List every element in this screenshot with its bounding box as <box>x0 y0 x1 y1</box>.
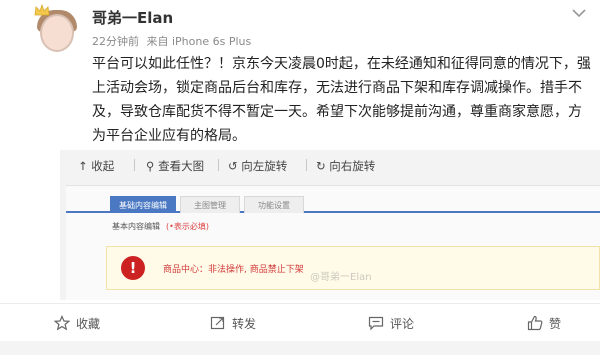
post-source[interactable]: 来自 iPhone 6s Plus <box>147 35 252 48</box>
repost-icon <box>210 316 225 330</box>
like-button[interactable]: 赞 <box>527 314 561 332</box>
image-toolbar: ↑ 收起 ⚲ 查看大图 ↺ 向左旋转 ↻ 向右旋转 <box>60 150 600 180</box>
rotate-right-button[interactable]: ↻ 向右旋转 <box>316 158 375 174</box>
comment-button[interactable]: 评论 <box>368 314 414 332</box>
repost-button[interactable]: 转发 <box>210 314 256 332</box>
thumbs-up-icon <box>527 315 543 331</box>
post-line: 平台可以如此任性？！京东今天凌晨0时起，在未经通知和征得同意的情况下，强 <box>92 56 591 72</box>
post-line: 上活动会场，锁定商品后台和库存，无法进行商品下架和库存调减操作。措手不 <box>92 80 582 96</box>
embedded-tab-images: 主图管理 <box>180 196 240 213</box>
post-line: 及，导致仓库配货不得不暂定一天。希望下次能够提前沟通，尊重商家意愿，方 <box>92 104 582 120</box>
embedded-image[interactable]: ↑ 收起 ⚲ 查看大图 ↺ 向左旋转 ↻ 向右旋转 基础内容编辑 主图管理 功能… <box>60 150 600 300</box>
username[interactable]: 哥弟一Elan <box>92 7 173 28</box>
post-actions: 收藏 转发 评论 赞 <box>0 303 600 339</box>
error-icon: ! <box>121 256 145 280</box>
rotate-left-button[interactable]: ↺ 向左旋转 <box>228 158 287 174</box>
rotate-left-icon: ↺ <box>228 159 238 173</box>
star-icon <box>54 315 70 331</box>
view-large-button[interactable]: ⚲ 查看大图 <box>146 158 204 174</box>
crown-icon <box>34 4 50 16</box>
bottom-separator <box>0 341 600 355</box>
avatar-face <box>40 14 74 52</box>
comment-icon <box>368 316 384 331</box>
post-time: 22分钟前 <box>92 35 139 48</box>
embedded-tab-bar: 基础内容编辑 主图管理 功能设置 <box>66 193 600 213</box>
watermark: @哥弟一Elan <box>310 272 372 283</box>
alert-message: 商品中心：非法操作, 商品禁止下架 <box>163 265 304 275</box>
required-hint: (•表示必填) <box>166 222 209 231</box>
post-meta: 22分钟前 来自 iPhone 6s Plus <box>92 33 255 49</box>
search-icon: ⚲ <box>146 159 155 173</box>
post-text: 平台可以如此任性？！京东今天凌晨0时起，在未经通知和征得同意的情况下，强 上活动… <box>92 52 598 148</box>
collapse-icon: ↑ <box>78 159 88 173</box>
favorite-button[interactable]: 收藏 <box>54 314 100 332</box>
toolbar-divider <box>306 159 307 171</box>
toolbar-divider <box>134 159 135 171</box>
embedded-tab-settings: 功能设置 <box>244 196 304 213</box>
toolbar-divider <box>218 159 219 171</box>
embedded-tab-basic: 基础内容编辑 <box>110 196 176 213</box>
chevron-down-icon[interactable] <box>572 8 586 18</box>
embedded-section-title: 基本内容编辑 (•表示必填) <box>112 222 209 231</box>
avatar[interactable] <box>34 4 80 54</box>
post-line: 为平台企业应有的格局。 <box>92 128 246 144</box>
rotate-right-icon: ↻ <box>316 159 326 173</box>
collapse-button[interactable]: ↑ 收起 <box>78 158 114 174</box>
